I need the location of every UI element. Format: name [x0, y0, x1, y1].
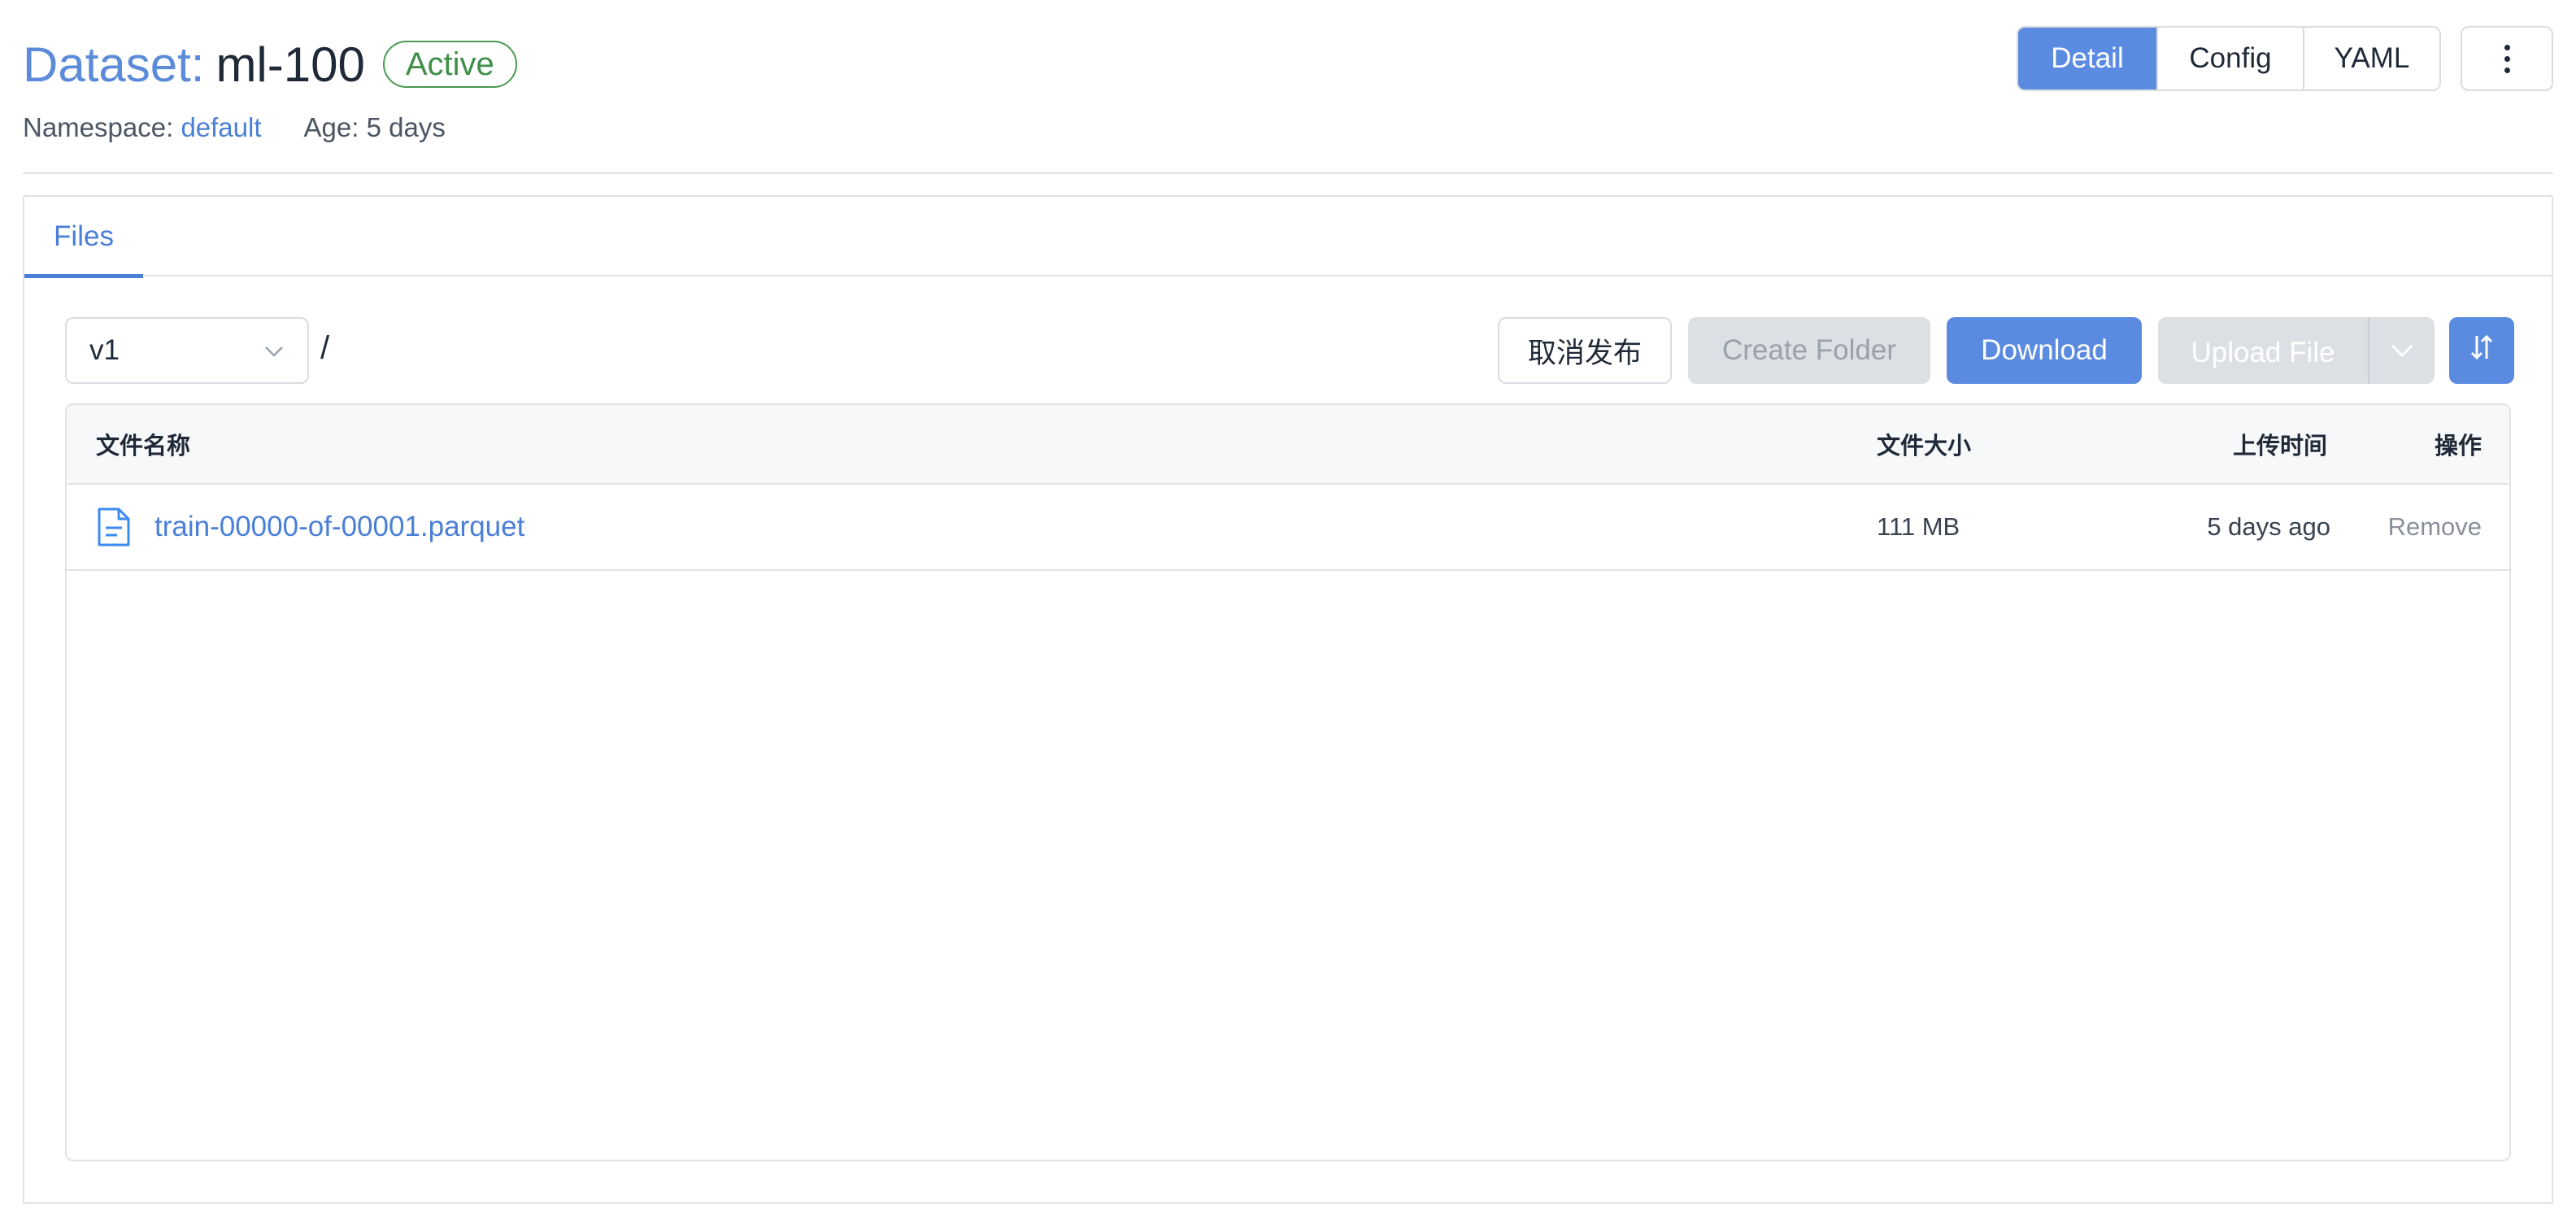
version-select[interactable]: v1 — [65, 317, 309, 384]
upload-file-label: Upload File — [2191, 337, 2335, 368]
resource-name: ml-100 — [215, 37, 365, 92]
file-table: 文件名称 文件大小 上传时间 操作 train-00000-of-00001.p… — [65, 403, 2511, 1161]
namespace-link[interactable]: default — [181, 112, 261, 142]
upload-file-button[interactable]: Upload File — [2158, 317, 2435, 384]
detail-view-button[interactable]: Detail — [2018, 28, 2156, 89]
kebab-vertical-icon — [2504, 44, 2510, 73]
column-header-size: 文件大小 — [1877, 433, 1972, 459]
meta-info: Namespace: default Age: 5 days — [23, 112, 446, 143]
page-header: Dataset: ml-100 Active Namespace: defaul… — [23, 26, 2553, 155]
path-breadcrumb: / — [320, 330, 330, 366]
resource-kind-label: Dataset: — [23, 37, 205, 92]
files-toolbar: v1 / 取消发布 Create Folder Download Upload … — [65, 317, 2514, 384]
age-info: Age: 5 days — [303, 112, 446, 142]
file-name-cell[interactable]: train-00000-of-00001.parquet — [96, 485, 524, 569]
upload-options-chevron-icon[interactable] — [2369, 337, 2435, 364]
file-name-link[interactable]: train-00000-of-00001.parquet — [154, 511, 524, 543]
header-divider — [23, 172, 2553, 174]
tabs-bar: Files — [24, 197, 2552, 278]
table-header: 文件名称 文件大小 上传时间 操作 — [67, 405, 2509, 485]
remove-file-button[interactable]: Remove — [2388, 485, 2482, 569]
create-folder-button[interactable]: Create Folder — [1688, 317, 1930, 384]
config-view-button[interactable]: Config — [2156, 28, 2303, 89]
unpublish-button[interactable]: 取消发布 — [1498, 317, 1672, 384]
column-header-time: 上传时间 — [2232, 433, 2327, 459]
table-row: train-00000-of-00001.parquet 111 MB 5 da… — [67, 485, 2509, 571]
tab-files[interactable]: Files — [24, 197, 143, 278]
status-badge: Active — [382, 41, 517, 88]
namespace-label: Namespace: — [23, 112, 174, 142]
file-document-icon — [96, 507, 132, 547]
sort-button[interactable] — [2449, 317, 2514, 384]
column-header-name: 文件名称 — [96, 433, 191, 459]
file-size-cell: 111 MB — [1877, 512, 1960, 541]
view-toggle: Detail Config YAML — [2017, 26, 2441, 91]
yaml-view-button[interactable]: YAML — [2303, 28, 2439, 89]
chevron-down-icon — [262, 338, 286, 371]
download-button[interactable]: Download — [1947, 317, 2142, 384]
more-actions-button[interactable] — [2461, 26, 2553, 91]
version-select-value: v1 — [89, 334, 120, 366]
namespace-info: Namespace: default — [23, 112, 262, 143]
column-header-ops: 操作 — [2434, 433, 2482, 459]
page-title: Dataset: ml-100 Active — [23, 33, 517, 96]
files-card: Files v1 / 取消发布 Create Folder Download U… — [23, 195, 2553, 1204]
sort-arrows-icon — [2465, 331, 2498, 371]
upload-time-cell: 5 days ago — [2207, 512, 2330, 541]
